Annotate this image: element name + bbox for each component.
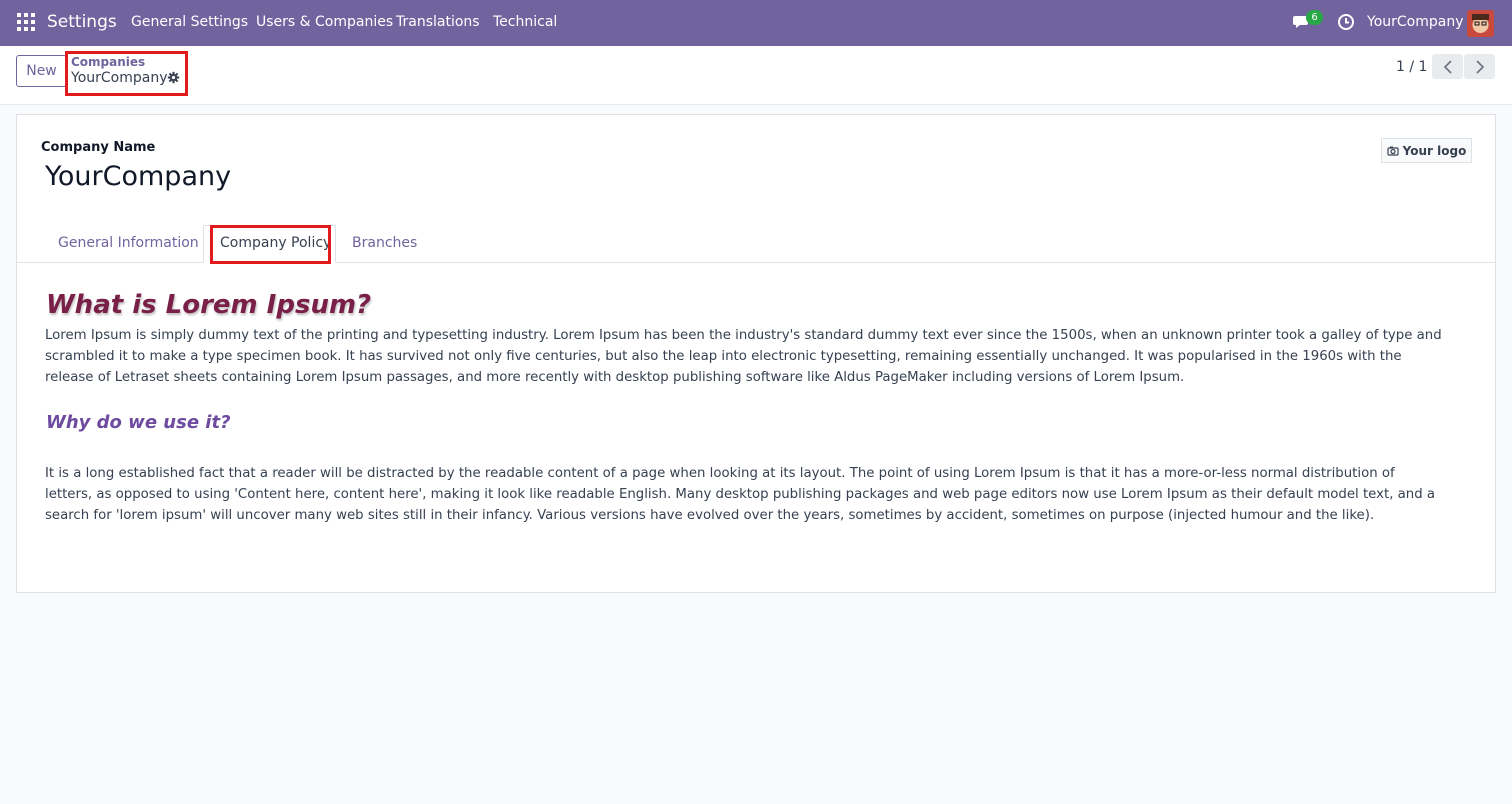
policy-paragraph-1: Lorem Ipsum is simply dummy text of the …: [45, 328, 1442, 385]
company-name-field[interactable]: YourCompany: [45, 161, 231, 192]
tab-highlight: [210, 225, 331, 264]
menu-general-settings[interactable]: General Settings: [131, 14, 248, 30]
policy-heading-2: Why do we use it?: [46, 412, 231, 433]
company-switcher[interactable]: YourCompany: [1367, 14, 1464, 30]
tab-general-information[interactable]: General Information: [58, 235, 199, 251]
tab-branches[interactable]: Branches: [352, 235, 417, 251]
new-button[interactable]: New: [16, 55, 67, 87]
pager-value[interactable]: 1 / 1: [1396, 59, 1427, 75]
pager-next-button[interactable]: [1464, 54, 1495, 79]
company-name-label: Company Name: [41, 140, 156, 155]
camera-icon: [1387, 146, 1399, 156]
menu-translations[interactable]: Translations: [396, 14, 480, 30]
pager-previous-button[interactable]: [1432, 54, 1463, 79]
chat-count-badge: 6: [1306, 10, 1323, 25]
breadcrumb-companies[interactable]: Companies: [71, 55, 145, 69]
activity-clock-icon[interactable]: [1337, 13, 1355, 31]
control-panel: New Companies YourCompany 1 / 1: [0, 46, 1512, 105]
chevron-left-icon: [1443, 59, 1452, 74]
breadcrumb-current-record: YourCompany: [71, 70, 168, 86]
user-avatar[interactable]: [1467, 10, 1494, 37]
top-navbar: Settings General Settings Users & Compan…: [0, 0, 1512, 46]
logo-upload-label: Your logo: [1402, 143, 1467, 158]
policy-paragraph-2: It is a long established fact that a rea…: [45, 466, 1436, 523]
apps-menu-icon[interactable]: [17, 13, 35, 31]
menu-technical[interactable]: Technical: [493, 14, 557, 30]
gear-icon[interactable]: [167, 71, 180, 84]
logo-upload-button[interactable]: Your logo: [1381, 138, 1472, 163]
chevron-right-icon: [1475, 59, 1484, 74]
policy-heading-1: What is Lorem Ipsum?: [46, 290, 372, 320]
form-sheet: Company Name YourCompany Your logo Gener…: [16, 114, 1496, 593]
menu-users-companies[interactable]: Users & Companies: [256, 14, 393, 30]
app-brand[interactable]: Settings: [47, 12, 117, 32]
